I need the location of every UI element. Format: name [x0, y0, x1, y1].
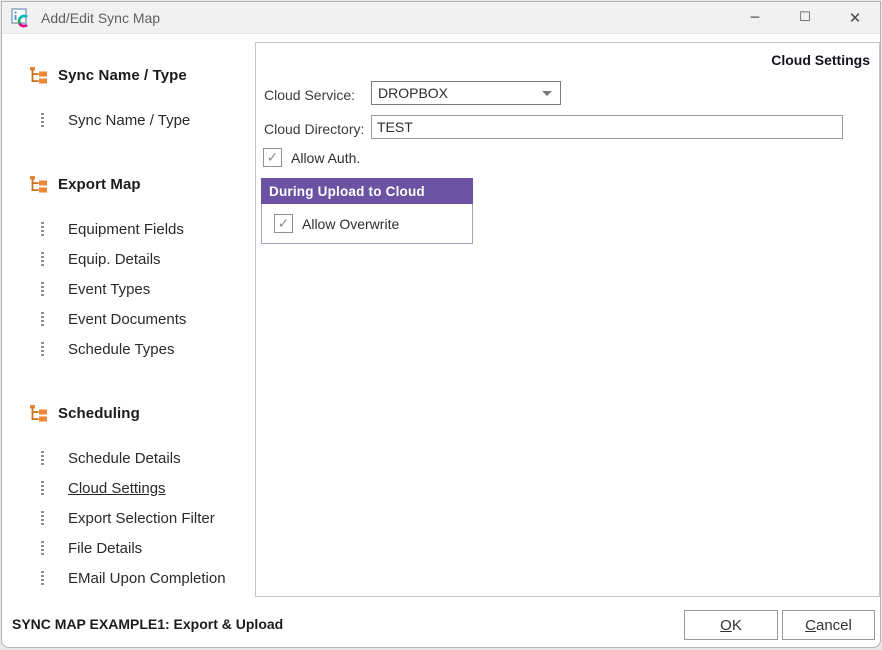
- close-button[interactable]: ✕: [830, 2, 880, 34]
- allow-overwrite-label: Allow Overwrite: [302, 216, 399, 232]
- allow-overwrite-checkbox[interactable]: ✓: [274, 214, 293, 233]
- app-icon: [11, 8, 31, 28]
- sidebar-item-export-selection-filter[interactable]: Export Selection Filter: [2, 503, 255, 533]
- title-bar: Add/Edit Sync Map ─ ☐ ✕: [2, 2, 880, 34]
- drag-dots-icon: [41, 252, 44, 267]
- minimize-icon: ─: [751, 10, 759, 26]
- sidebar-item-label: Schedule Details: [68, 450, 181, 467]
- drag-dots-icon: [41, 451, 44, 466]
- sidebar-item-label: EMail Upon Completion: [68, 570, 226, 587]
- allow-auth-label: Allow Auth.: [291, 150, 360, 166]
- ok-button[interactable]: OK: [684, 610, 778, 640]
- sidebar-item-event-types[interactable]: Event Types: [2, 274, 255, 304]
- drag-dots-icon: [41, 511, 44, 526]
- maximize-icon: ☐: [799, 10, 811, 25]
- during-upload-body: ✓ Allow Overwrite: [261, 204, 473, 244]
- sidebar-item-label: Cloud Settings: [68, 480, 166, 497]
- sidebar-item-label: File Details: [68, 540, 142, 557]
- tree-section-icon: [30, 67, 48, 84]
- allow-auth-checkbox-row[interactable]: ✓ Allow Auth.: [263, 148, 360, 167]
- checkmark-icon: ✓: [278, 216, 290, 232]
- during-upload-header: During Upload to Cloud: [261, 178, 473, 204]
- cloud-service-label: Cloud Service:: [264, 87, 355, 103]
- cancel-mnemonic: C: [805, 617, 816, 634]
- sidebar-item-equip-details[interactable]: Equip. Details: [2, 244, 255, 274]
- cloud-service-dropdown[interactable]: DROPBOX: [371, 81, 561, 105]
- sidebar-item-label: Sync Name / Type: [68, 112, 190, 129]
- drag-dots-icon: [41, 312, 44, 327]
- cloud-settings-panel: Cloud Settings Cloud Service: DROPBOX Cl…: [255, 42, 880, 597]
- cancel-button[interactable]: Cancel: [782, 610, 875, 640]
- sidebar-item-label: Event Documents: [68, 311, 186, 328]
- sidebar-item-event-documents[interactable]: Event Documents: [2, 304, 255, 334]
- tree-section-label: Export Map: [58, 176, 141, 193]
- tree-section-export-map: Export Map: [2, 169, 255, 199]
- drag-dots-icon: [41, 571, 44, 586]
- sidebar-item-sync-name-type[interactable]: Sync Name / Type: [2, 105, 255, 135]
- sidebar-item-label: Export Selection Filter: [68, 510, 215, 527]
- ok-rest: K: [732, 617, 742, 634]
- sidebar-item-file-details[interactable]: File Details: [2, 533, 255, 563]
- drag-dots-icon: [41, 481, 44, 496]
- navigation-tree: Sync Name / Type Sync Name / Type Export…: [2, 34, 255, 595]
- sidebar-item-label: Schedule Types: [68, 341, 174, 358]
- sync-map-status-text: SYNC MAP EXAMPLE1: Export & Upload: [12, 616, 283, 632]
- tree-section-scheduling: Scheduling: [2, 398, 255, 428]
- tree-section-label: Scheduling: [58, 405, 140, 422]
- cloud-service-value: DROPBOX: [378, 85, 542, 101]
- sidebar-item-cloud-settings[interactable]: Cloud Settings: [2, 473, 255, 503]
- sidebar-item-email-upon-completion[interactable]: EMail Upon Completion: [2, 563, 255, 593]
- tree-section-icon: [30, 405, 48, 422]
- add-edit-sync-map-dialog: Add/Edit Sync Map ─ ☐ ✕ Sync Name / Type…: [1, 1, 881, 648]
- during-upload-group: During Upload to Cloud ✓ Allow Overwrite: [261, 178, 473, 244]
- drag-dots-icon: [41, 342, 44, 357]
- cancel-rest: ancel: [816, 617, 852, 634]
- sidebar-item-schedule-details[interactable]: Schedule Details: [2, 443, 255, 473]
- chevron-down-icon: [542, 91, 552, 96]
- minimize-button[interactable]: ─: [730, 2, 780, 34]
- cloud-directory-label: Cloud Directory:: [264, 121, 364, 137]
- checkmark-icon: ✓: [267, 150, 279, 166]
- panel-title: Cloud Settings: [771, 52, 870, 68]
- drag-dots-icon: [41, 282, 44, 297]
- sidebar-item-equipment-fields[interactable]: Equipment Fields: [2, 214, 255, 244]
- sidebar-item-schedule-types[interactable]: Schedule Types: [2, 334, 255, 364]
- drag-dots-icon: [41, 113, 44, 128]
- window-title: Add/Edit Sync Map: [41, 10, 160, 26]
- drag-dots-icon: [41, 222, 44, 237]
- close-icon: ✕: [849, 9, 862, 27]
- sidebar-item-label: Equip. Details: [68, 251, 161, 268]
- ok-mnemonic: O: [720, 617, 732, 634]
- drag-dots-icon: [41, 541, 44, 556]
- allow-overwrite-checkbox-row[interactable]: ✓ Allow Overwrite: [274, 214, 399, 233]
- maximize-button[interactable]: ☐: [780, 2, 830, 34]
- sidebar-item-label: Event Types: [68, 281, 150, 298]
- allow-auth-checkbox[interactable]: ✓: [263, 148, 282, 167]
- tree-section-sync-name-type: Sync Name / Type: [2, 60, 255, 90]
- tree-section-icon: [30, 176, 48, 193]
- tree-section-label: Sync Name / Type: [58, 67, 187, 84]
- cloud-directory-input[interactable]: [371, 115, 843, 139]
- sidebar-item-label: Equipment Fields: [68, 221, 184, 238]
